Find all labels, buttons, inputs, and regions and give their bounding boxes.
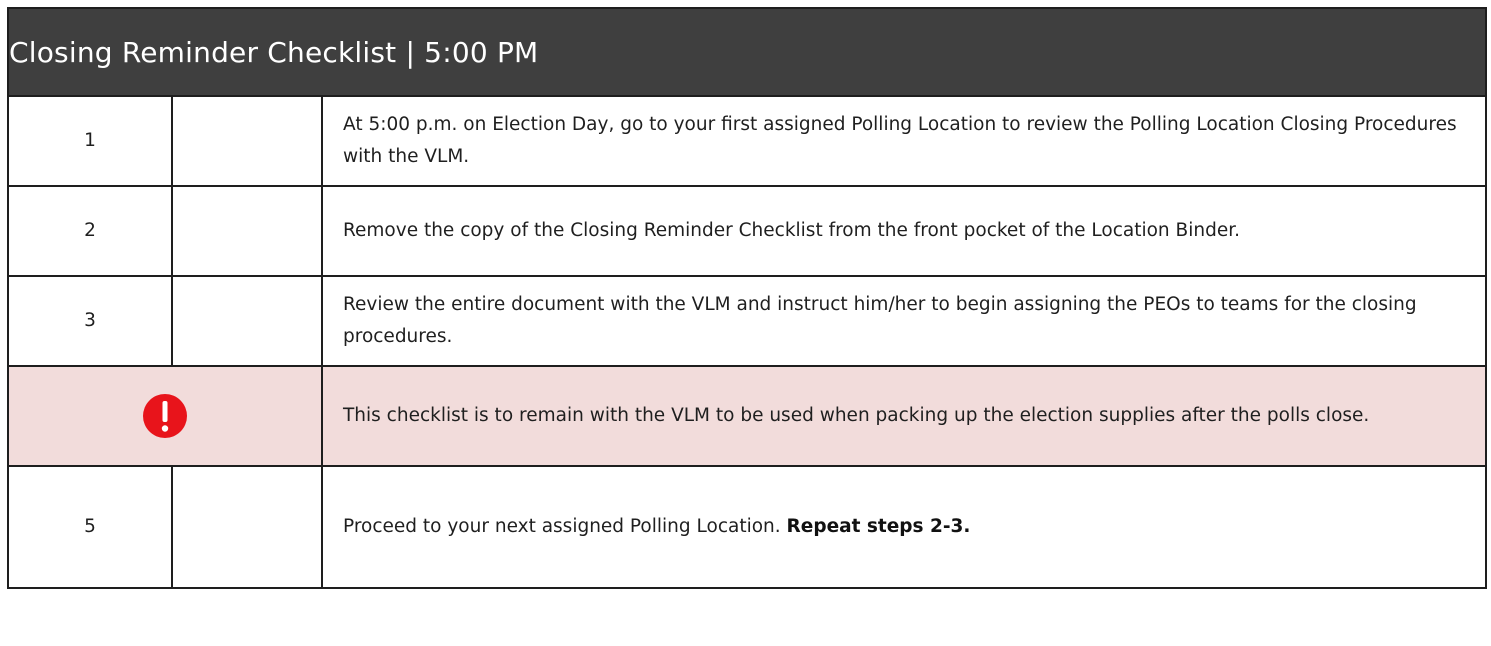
- step-row-2: 2 Remove the copy of the Closing Reminde…: [7, 185, 1488, 277]
- alert-row: This checklist is to remain with the VLM…: [7, 365, 1488, 467]
- alert-text: This checklist is to remain with the VLM…: [320, 365, 1488, 467]
- checklist-title: Closing Reminder Checklist | 5:00 PM: [6, 7, 1488, 97]
- checkbox-cell: [171, 185, 323, 277]
- step-row-5: 5 Proceed to your next assigned Polling …: [7, 465, 1488, 589]
- checkbox-cell: [171, 275, 323, 367]
- step-row-3: 3 Review the entire document with the VL…: [7, 275, 1488, 367]
- step-number: 3: [7, 275, 173, 367]
- exclamation-alert-icon: [143, 394, 187, 438]
- step-text: Proceed to your next assigned Polling Lo…: [320, 465, 1488, 589]
- step-text-main: Proceed to your next assigned Polling Lo…: [343, 516, 787, 537]
- step-text: Review the entire document with the VLM …: [320, 275, 1488, 367]
- repeat-steps-emphasis: Repeat steps 2-3.: [786, 516, 971, 537]
- checkbox-cell: [171, 465, 323, 589]
- title-row: Closing Reminder Checklist | 5:00 PM: [6, 7, 1488, 97]
- step-number: 2: [7, 185, 173, 277]
- alert-icon-cell: [7, 365, 323, 467]
- step-number: 5: [7, 465, 173, 589]
- closing-checklist-table: Closing Reminder Checklist | 5:00 PM 1 A…: [6, 7, 1488, 589]
- checklist-page: Closing Reminder Checklist | 5:00 PM 1 A…: [0, 0, 1491, 646]
- step-number: 1: [7, 95, 173, 187]
- step-text: Remove the copy of the Closing Reminder …: [320, 185, 1488, 277]
- step-row-1: 1 At 5:00 p.m. on Election Day, go to yo…: [7, 95, 1488, 187]
- step-text: At 5:00 p.m. on Election Day, go to your…: [320, 95, 1488, 187]
- checkbox-cell: [171, 95, 323, 187]
